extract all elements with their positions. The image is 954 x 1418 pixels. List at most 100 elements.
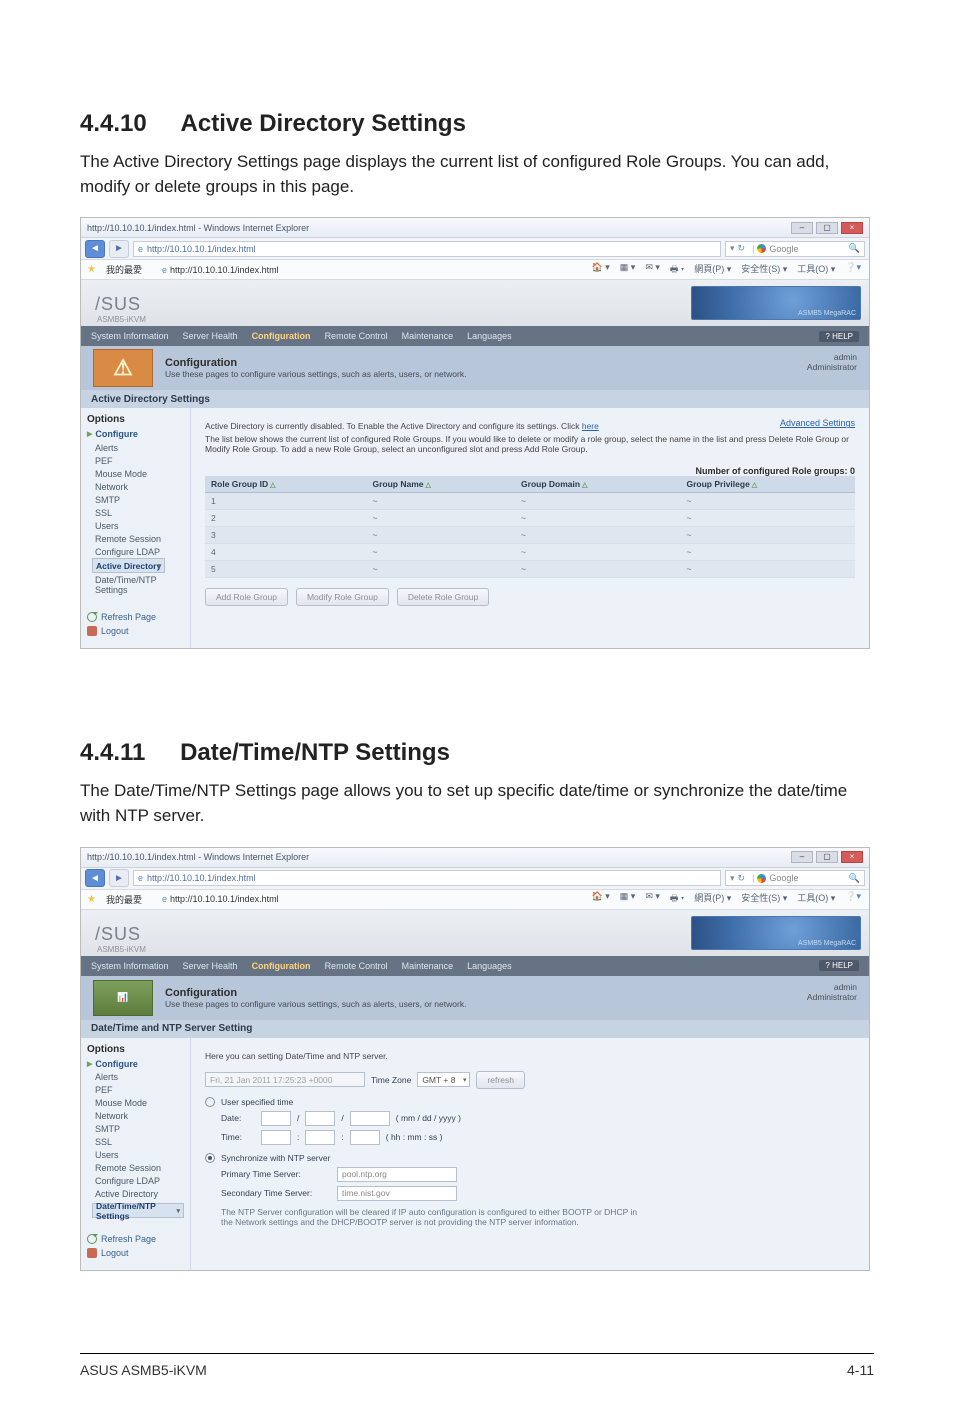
forward-button[interactable]: ►	[109, 869, 129, 887]
sidebar-item-ldap[interactable]: Configure LDAP	[95, 1175, 184, 1188]
date-yyyy-input[interactable]	[350, 1111, 390, 1126]
help-icon[interactable]: ❔▾	[843, 891, 863, 907]
refresh-page-link[interactable]: Refresh Page	[87, 1232, 184, 1246]
search-icon[interactable]: 🔍	[849, 873, 860, 884]
menu-server-health[interactable]: Server Health	[183, 961, 238, 971]
minimize-button[interactable]: –	[791, 222, 813, 234]
sidebar-item-ssl[interactable]: SSL	[95, 506, 184, 519]
enable-ad-link[interactable]: here	[582, 421, 599, 431]
col-group-domain[interactable]: Group Domain△	[515, 476, 680, 493]
table-row[interactable]: 2~~~	[205, 510, 855, 527]
sidebar-item-alerts[interactable]: Alerts	[95, 1071, 184, 1084]
print-icon[interactable]: 🖶 ▾	[668, 262, 686, 278]
help-button[interactable]: ? HELP	[819, 960, 859, 971]
date-dd-input[interactable]	[305, 1111, 335, 1126]
secondary-server-input[interactable]: time.nist.gov	[337, 1186, 457, 1201]
sidebar-item-mouse-mode[interactable]: Mouse Mode	[95, 467, 184, 480]
sidebar-item-alerts[interactable]: Alerts	[95, 441, 184, 454]
back-button[interactable]: ◄	[85, 869, 105, 887]
sidebar-item-network[interactable]: Network	[95, 1110, 184, 1123]
sidebar-item-users[interactable]: Users	[95, 1149, 184, 1162]
maximize-button[interactable]: ▢	[816, 222, 838, 234]
page-tab[interactable]: ehttp://10.10.10.1/index.html	[162, 265, 279, 275]
favorites-icon[interactable]: ★	[87, 264, 96, 275]
favorites-icon[interactable]: ★	[87, 894, 96, 905]
favorites-label[interactable]: 我的最愛	[106, 893, 142, 906]
menu-maintenance[interactable]: Maintenance	[402, 331, 454, 341]
col-group-name[interactable]: Group Name△	[366, 476, 515, 493]
user-time-option[interactable]: User specified time	[205, 1097, 855, 1107]
feed-icon[interactable]: ▦ ▾	[618, 262, 638, 278]
delete-role-group-button[interactable]: Delete Role Group	[397, 588, 489, 606]
sidebar-item-pef[interactable]: PEF	[95, 1084, 184, 1097]
table-row[interactable]: 5~~~	[205, 561, 855, 578]
menu-server-health[interactable]: Server Health	[183, 331, 238, 341]
help-icon[interactable]: ❔▾	[843, 262, 863, 278]
menu-remote-control[interactable]: Remote Control	[325, 961, 388, 971]
sidebar-item-network[interactable]: Network	[95, 480, 184, 493]
close-button[interactable]: ×	[841, 851, 863, 863]
table-row[interactable]: 3~~~	[205, 527, 855, 544]
radio-user-specified[interactable]	[205, 1097, 215, 1107]
menu-maintenance[interactable]: Maintenance	[402, 961, 454, 971]
address-input[interactable]: e http://10.10.10.1/index.html	[133, 241, 721, 257]
toolbar-page[interactable]: 網頁(P) ▾	[692, 891, 733, 907]
sidebar-item-datetime-ntp[interactable]: Date/Time/NTP Settings	[95, 573, 184, 596]
refresh-button[interactable]: refresh	[476, 1071, 524, 1089]
refresh-icon[interactable]: ↻	[738, 873, 746, 884]
sidebar-item-ssl[interactable]: SSL	[95, 1136, 184, 1149]
print-icon[interactable]: 🖶 ▾	[668, 891, 686, 907]
menu-remote-control[interactable]: Remote Control	[325, 331, 388, 341]
sidebar-item-remote-session[interactable]: Remote Session	[95, 1162, 184, 1175]
sidebar-item-smtp[interactable]: SMTP	[95, 493, 184, 506]
time-hh-input[interactable]	[261, 1130, 291, 1145]
advanced-settings-link[interactable]: Advanced Settings	[780, 418, 855, 428]
refresh-icon[interactable]: ↻	[738, 243, 746, 254]
home-icon[interactable]: 🏠 ▾	[590, 891, 612, 907]
home-icon[interactable]: 🏠 ▾	[590, 262, 612, 278]
time-mm-input[interactable]	[305, 1130, 335, 1145]
sidebar-item-ldap[interactable]: Configure LDAP	[95, 545, 184, 558]
forward-button[interactable]: ►	[109, 240, 129, 258]
menu-system-information[interactable]: System Information	[91, 331, 169, 341]
add-role-group-button[interactable]: Add Role Group	[205, 588, 288, 606]
ntp-option[interactable]: Synchronize with NTP server	[205, 1153, 855, 1163]
toolbar-page[interactable]: 網頁(P) ▾	[692, 262, 733, 278]
menu-configuration[interactable]: Configuration	[252, 961, 311, 971]
menu-configuration[interactable]: Configuration	[252, 331, 311, 341]
feed-icon[interactable]: ▦ ▾	[618, 891, 638, 907]
sidebar-item-remote-session[interactable]: Remote Session	[95, 532, 184, 545]
sidebar-item-users[interactable]: Users	[95, 519, 184, 532]
search-box[interactable]: ▾↻ | Google 🔍	[725, 241, 865, 257]
refresh-page-link[interactable]: Refresh Page	[87, 610, 184, 624]
help-button[interactable]: ? HELP	[819, 331, 859, 342]
back-button[interactable]: ◄	[85, 240, 105, 258]
date-mm-input[interactable]	[261, 1111, 291, 1126]
radio-ntp-sync[interactable]	[205, 1153, 215, 1163]
sidebar-item-active-directory[interactable]: Active Directory	[95, 1188, 184, 1201]
primary-server-input[interactable]: pool.ntp.org	[337, 1167, 457, 1182]
close-button[interactable]: ×	[841, 222, 863, 234]
menu-system-information[interactable]: System Information	[91, 961, 169, 971]
col-role-group-id[interactable]: Role Group ID△	[205, 476, 366, 493]
toolbar-safety[interactable]: 安全性(S) ▾	[739, 891, 789, 907]
search-icon[interactable]: 🔍	[849, 243, 860, 254]
address-input[interactable]: e http://10.10.10.1/index.html	[133, 870, 721, 886]
modify-role-group-button[interactable]: Modify Role Group	[296, 588, 389, 606]
mail-icon[interactable]: ✉ ▾	[643, 891, 662, 907]
menu-languages[interactable]: Languages	[467, 331, 512, 341]
sidebar-item-mouse-mode[interactable]: Mouse Mode	[95, 1097, 184, 1110]
toolbar-tools[interactable]: 工具(O) ▾	[795, 891, 837, 907]
sidebar-group-configure[interactable]: ▶Configure	[87, 429, 184, 439]
menu-languages[interactable]: Languages	[467, 961, 512, 971]
sidebar-item-smtp[interactable]: SMTP	[95, 1123, 184, 1136]
logout-link[interactable]: Logout	[87, 624, 184, 638]
time-ss-input[interactable]	[350, 1130, 380, 1145]
sidebar-item-pef[interactable]: PEF	[95, 454, 184, 467]
search-box[interactable]: ▾↻ | Google 🔍	[725, 870, 865, 886]
maximize-button[interactable]: ▢	[816, 851, 838, 863]
logout-link[interactable]: Logout	[87, 1246, 184, 1260]
page-tab[interactable]: ehttp://10.10.10.1/index.html	[162, 894, 279, 904]
favorites-label[interactable]: 我的最愛	[106, 263, 142, 276]
table-row[interactable]: 4~~~	[205, 544, 855, 561]
